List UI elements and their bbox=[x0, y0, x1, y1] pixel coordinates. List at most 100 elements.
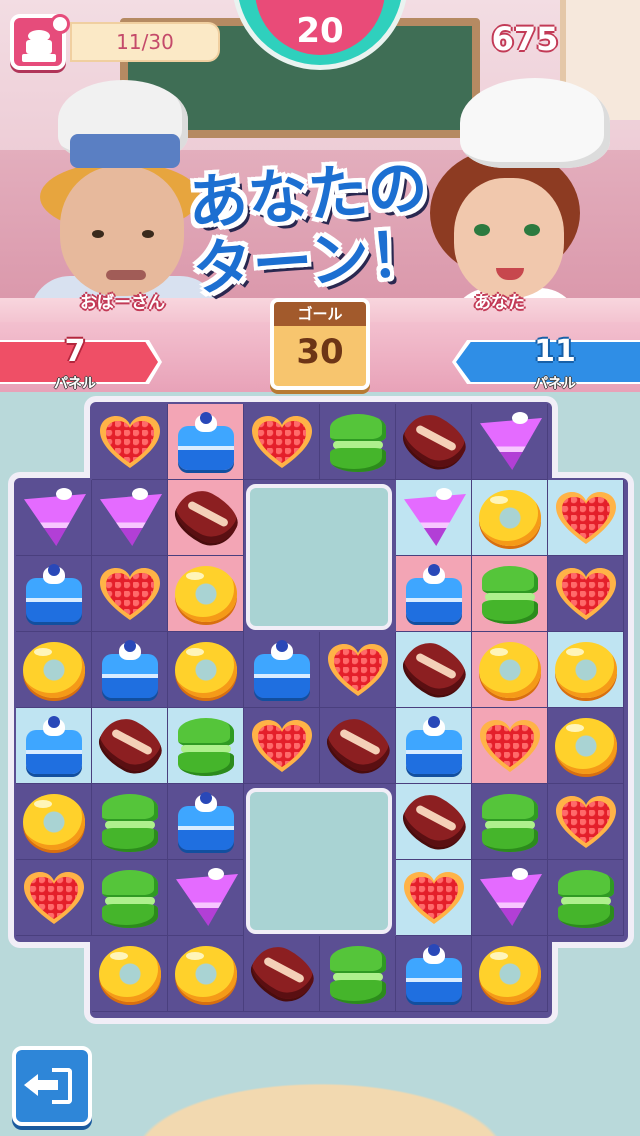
macaron-piece-icon[interactable] bbox=[320, 936, 396, 1012]
board-cell[interactable] bbox=[244, 708, 320, 784]
heart-piece-icon[interactable] bbox=[244, 404, 320, 480]
board-cell[interactable] bbox=[16, 708, 92, 784]
board-cell[interactable] bbox=[548, 860, 624, 936]
cake-piece-icon[interactable] bbox=[16, 556, 92, 632]
board-cell[interactable] bbox=[472, 632, 548, 708]
board-cell[interactable] bbox=[168, 936, 244, 1012]
cake-piece-icon[interactable] bbox=[92, 632, 168, 708]
board-cell[interactable] bbox=[548, 632, 624, 708]
board-cell[interactable] bbox=[320, 936, 396, 1012]
board-cell[interactable] bbox=[472, 860, 548, 936]
exit-button[interactable] bbox=[12, 1046, 92, 1126]
board-cell[interactable] bbox=[92, 556, 168, 632]
cake-piece-icon[interactable] bbox=[396, 936, 472, 1012]
board-cell[interactable] bbox=[16, 632, 92, 708]
board-cell[interactable] bbox=[92, 632, 168, 708]
slice-piece-icon[interactable] bbox=[16, 480, 92, 556]
donut-piece-icon[interactable] bbox=[472, 936, 548, 1012]
board-cell[interactable] bbox=[92, 708, 170, 784]
board-cell[interactable] bbox=[396, 860, 472, 936]
board-cell[interactable] bbox=[472, 936, 548, 1012]
donut-piece-icon[interactable] bbox=[168, 556, 244, 632]
cake-piece-icon[interactable] bbox=[244, 632, 320, 708]
board-cell[interactable] bbox=[472, 404, 548, 480]
slice-piece-icon[interactable] bbox=[168, 860, 244, 936]
macaron-piece-icon[interactable] bbox=[472, 556, 548, 632]
board-cell[interactable] bbox=[396, 936, 472, 1012]
board-cell[interactable] bbox=[396, 556, 472, 632]
board-cell[interactable] bbox=[92, 404, 168, 480]
peanut-piece-icon[interactable] bbox=[168, 480, 246, 556]
board-cell[interactable] bbox=[548, 480, 624, 556]
macaron-piece-icon[interactable] bbox=[92, 784, 168, 860]
board-cell[interactable] bbox=[548, 708, 624, 784]
board-cell[interactable] bbox=[396, 632, 474, 708]
board-cell[interactable] bbox=[320, 404, 396, 480]
heart-piece-icon[interactable] bbox=[16, 860, 92, 936]
board-cell[interactable] bbox=[244, 404, 320, 480]
board-cell[interactable] bbox=[244, 936, 322, 1012]
heart-piece-icon[interactable] bbox=[548, 784, 624, 860]
board-cell[interactable] bbox=[168, 784, 244, 860]
donut-piece-icon[interactable] bbox=[472, 632, 548, 708]
board-cell[interactable] bbox=[168, 708, 244, 784]
heart-piece-icon[interactable] bbox=[92, 556, 168, 632]
macaron-piece-icon[interactable] bbox=[472, 784, 548, 860]
heart-piece-icon[interactable] bbox=[396, 860, 472, 936]
board-cell[interactable] bbox=[396, 708, 472, 784]
heart-piece-icon[interactable] bbox=[548, 480, 624, 556]
board-cell[interactable] bbox=[168, 404, 244, 480]
slice-piece-icon[interactable] bbox=[396, 480, 472, 556]
board-cell[interactable] bbox=[472, 480, 548, 556]
cake-piece-icon[interactable] bbox=[396, 708, 472, 784]
peanut-piece-icon[interactable] bbox=[92, 708, 170, 784]
board-cell[interactable] bbox=[472, 784, 548, 860]
heart-piece-icon[interactable] bbox=[244, 708, 320, 784]
board-cell[interactable] bbox=[396, 480, 472, 556]
slice-piece-icon[interactable] bbox=[92, 480, 168, 556]
board-cell[interactable] bbox=[168, 632, 244, 708]
heart-piece-icon[interactable] bbox=[320, 632, 396, 708]
slice-piece-icon[interactable] bbox=[472, 404, 548, 480]
cake-piece-icon[interactable] bbox=[16, 708, 92, 784]
board-cell[interactable] bbox=[320, 632, 396, 708]
board-cell[interactable] bbox=[92, 936, 168, 1012]
donut-piece-icon[interactable] bbox=[16, 632, 92, 708]
board-cell[interactable] bbox=[16, 784, 92, 860]
board-cell[interactable] bbox=[472, 556, 548, 632]
board-cell[interactable] bbox=[396, 404, 474, 480]
cake-clock-icon[interactable] bbox=[10, 14, 70, 70]
heart-piece-icon[interactable] bbox=[92, 404, 168, 480]
board-cell[interactable] bbox=[16, 480, 92, 556]
heart-piece-icon[interactable] bbox=[548, 556, 624, 632]
donut-piece-icon[interactable] bbox=[168, 632, 244, 708]
board-cell[interactable] bbox=[92, 784, 168, 860]
macaron-piece-icon[interactable] bbox=[168, 708, 244, 784]
cake-piece-icon[interactable] bbox=[396, 556, 472, 632]
board-cell[interactable] bbox=[548, 556, 624, 632]
board-cell[interactable] bbox=[548, 784, 624, 860]
cake-piece-icon[interactable] bbox=[168, 784, 244, 860]
board-cell[interactable] bbox=[168, 556, 244, 632]
donut-piece-icon[interactable] bbox=[168, 936, 244, 1012]
board-cell[interactable] bbox=[92, 860, 168, 936]
cake-piece-icon[interactable] bbox=[168, 404, 244, 480]
heart-piece-icon[interactable] bbox=[472, 708, 548, 784]
peanut-piece-icon[interactable] bbox=[396, 404, 474, 480]
board-cell[interactable] bbox=[16, 556, 92, 632]
donut-piece-icon[interactable] bbox=[16, 784, 92, 860]
board-cell[interactable] bbox=[168, 860, 244, 936]
peanut-piece-icon[interactable] bbox=[244, 936, 322, 1012]
macaron-piece-icon[interactable] bbox=[548, 860, 624, 936]
peanut-piece-icon[interactable] bbox=[320, 708, 398, 784]
slice-piece-icon[interactable] bbox=[472, 860, 548, 936]
donut-piece-icon[interactable] bbox=[472, 480, 548, 556]
board-cell[interactable] bbox=[16, 860, 92, 936]
donut-piece-icon[interactable] bbox=[548, 708, 624, 784]
board-cell[interactable] bbox=[472, 708, 548, 784]
macaron-piece-icon[interactable] bbox=[320, 404, 396, 480]
board-cell[interactable] bbox=[168, 480, 246, 556]
board-cell[interactable] bbox=[320, 708, 398, 784]
board-cell[interactable] bbox=[92, 480, 168, 556]
macaron-piece-icon[interactable] bbox=[92, 860, 168, 936]
